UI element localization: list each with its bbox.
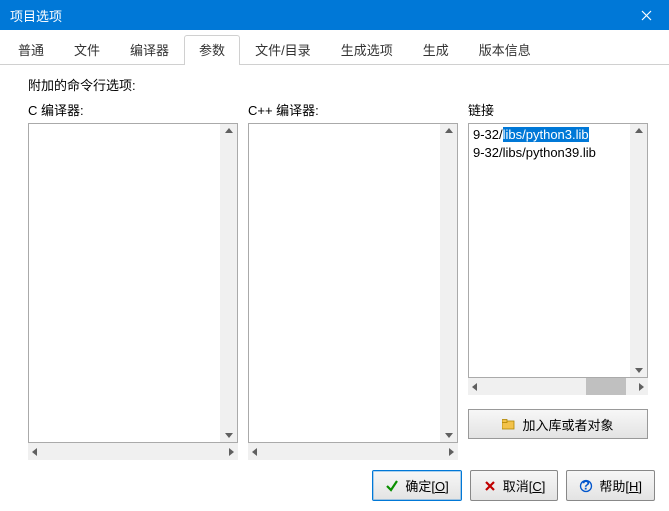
footer-buttons: 确定[O] 取消[C] ? 帮助[H] <box>372 470 655 501</box>
cancel-button[interactable]: 取消[C] <box>470 470 559 501</box>
arrow-left-icon <box>472 383 477 391</box>
add-lib-icon <box>502 418 516 430</box>
tab-version[interactable]: 版本信息 <box>464 35 546 65</box>
hscrollbar[interactable] <box>28 443 238 460</box>
tab-files[interactable]: 文件 <box>59 35 115 65</box>
close-icon <box>641 10 652 21</box>
cpp-compiler-label: C++ 编译器: <box>248 100 458 119</box>
list-item[interactable]: 9-32/libs/python39.lib <box>473 144 626 162</box>
vscrollbar[interactable] <box>630 124 647 377</box>
list-item[interactable]: 9-32/libs/python3.lib <box>473 126 626 144</box>
columns: C 编译器: C++ 编译器: <box>28 100 653 460</box>
cross-icon <box>483 479 497 493</box>
arrow-up-icon <box>635 128 643 133</box>
hscrollbar[interactable] <box>468 378 648 395</box>
tab-general[interactable]: 普通 <box>3 35 59 65</box>
arrow-right-icon <box>449 448 454 456</box>
content: 附加的命令行选项: C 编译器: C++ 编译器: <box>0 65 669 460</box>
tabbar: 普通 文件 编译器 参数 文件/目录 生成选项 生成 版本信息 <box>0 30 669 65</box>
tab-build[interactable]: 生成 <box>408 35 464 65</box>
arrow-down-icon <box>635 368 643 373</box>
help-label: 帮助[ <box>599 479 629 494</box>
arrow-down-icon <box>445 433 453 438</box>
ok-accel: O <box>435 479 445 494</box>
linker-label: 链接 <box>468 100 648 119</box>
close-button[interactable] <box>624 0 669 30</box>
vscrollbar[interactable] <box>220 124 237 442</box>
tab-compiler[interactable]: 编译器 <box>115 35 184 65</box>
help-icon: ? <box>579 479 593 493</box>
tab-dirs[interactable]: 文件/目录 <box>240 35 326 65</box>
tab-parameters[interactable]: 参数 <box>184 35 240 65</box>
titlebar: 项目选项 <box>0 0 669 30</box>
cancel-label: 取消[ <box>503 479 533 494</box>
col-linker: 链接 9-32/libs/python3.lib 9-32/libs/pytho… <box>468 100 648 460</box>
arrow-up-icon <box>225 128 233 133</box>
scroll-thumb[interactable] <box>586 378 626 395</box>
arrow-left-icon <box>252 448 257 456</box>
arrow-right-icon <box>229 448 234 456</box>
help-accel: H <box>629 479 638 494</box>
arrow-down-icon <box>225 433 233 438</box>
window-title: 项目选项 <box>10 6 62 25</box>
col-cpp-compiler: C++ 编译器: <box>248 100 458 460</box>
line-selected: libs/python3.lib <box>503 127 589 142</box>
line-prefix: 9-32/ <box>473 127 503 142</box>
c-compiler-textarea[interactable] <box>28 123 238 443</box>
hscrollbar[interactable] <box>248 443 458 460</box>
help-button[interactable]: ? 帮助[H] <box>566 470 655 501</box>
window-buttons <box>624 0 669 30</box>
section-label: 附加的命令行选项: <box>28 75 653 94</box>
vscrollbar[interactable] <box>440 124 457 442</box>
ok-label: 确定[ <box>405 479 435 494</box>
c-compiler-label: C 编译器: <box>28 100 238 119</box>
arrow-left-icon <box>32 448 37 456</box>
cpp-compiler-textarea[interactable] <box>248 123 458 443</box>
check-icon <box>385 479 399 493</box>
svg-text:?: ? <box>582 479 590 493</box>
add-lib-button[interactable]: 加入库或者对象 <box>468 409 648 439</box>
add-lib-label: 加入库或者对象 <box>522 415 613 434</box>
ok-button[interactable]: 确定[O] <box>372 470 461 501</box>
col-c-compiler: C 编译器: <box>28 100 238 460</box>
tab-buildopts[interactable]: 生成选项 <box>326 35 408 65</box>
arrow-up-icon <box>445 128 453 133</box>
linker-textarea[interactable]: 9-32/libs/python3.lib 9-32/libs/python39… <box>468 123 648 378</box>
cancel-accel: C <box>532 479 541 494</box>
arrow-right-icon <box>639 383 644 391</box>
